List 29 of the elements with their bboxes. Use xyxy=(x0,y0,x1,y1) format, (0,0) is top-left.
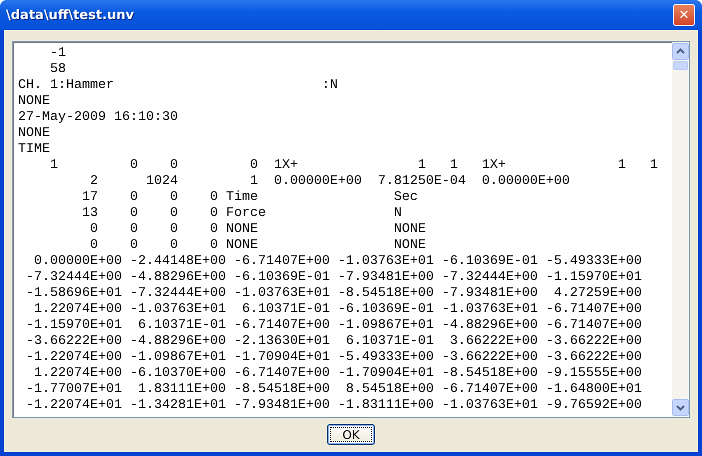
text-line: 2 1024 1 0.00000E+00 7.81250E-04 0.00000E+00 xyxy=(88,174,571,190)
text-line: -1.22074E+01 -1.34281E+01 -7.93481E+00 -1.83111E+00 -1.03763E+01 -9.76592E+00 xyxy=(24,398,643,414)
scroll-thumb[interactable] xyxy=(673,61,688,70)
window-title: \data\uff\test.unv xyxy=(6,8,134,22)
ok-button[interactable]: OK xyxy=(327,424,375,445)
text-line: 13 0 0 0 Force N xyxy=(80,206,403,222)
text-line: 0 0 0 0 NONE NONE xyxy=(88,238,427,254)
scrollbar[interactable] xyxy=(672,42,689,417)
text-line: -1.22074E+00 -1.09867E+01 -1.70904E+01 -5.49333E+00 -3.66222E+00 -3.66222E+00 xyxy=(24,350,643,366)
text-line: NONE xyxy=(18,126,51,142)
text-line: 0 0 0 0 NONE NONE xyxy=(88,222,427,238)
scroll-up-icon[interactable] xyxy=(672,43,689,60)
text-line: 0.00000E+00 -2.44148E+00 -6.71407E+00 -1.03763E+01 -6.10369E-01 -5.49333E+00 xyxy=(32,254,643,270)
text-line: 27-May-2009 16:10:30 xyxy=(18,110,179,126)
text-line: 58 xyxy=(48,62,67,78)
text-line: -3.66222E+00 -4.88296E+00 -2.13630E+01 6.10371E-01 3.66222E+00 -3.66222E+00 xyxy=(24,334,643,350)
text-line: 1.22074E+00 -1.03763E+01 6.10371E-01 -6.10369E-01 -1.03763E+01 -6.71407E+00 xyxy=(32,302,643,318)
scroll-down-icon[interactable] xyxy=(672,399,689,416)
text-line: -1.15970E+01 6.10371E-01 -6.71407E+00 -1.09867E+01 -4.88296E+00 -6.71407E+00 xyxy=(24,318,643,334)
text-line: NONE xyxy=(18,94,51,110)
text-line: -1.77007E+01 1.83111E+00 -8.54518E+00 8.54518E+00 -6.71407E+00 -1.64800E+01 xyxy=(24,382,643,398)
text-line: 1 0 0 0 1X+ 1 1 1X+ 1 1 xyxy=(48,158,659,174)
text-line: -7.32444E+00 -4.88296E+00 -6.10369E-01 -7.93481E+00 -7.32444E+00 -1.15970E+01 xyxy=(24,270,643,286)
text-line: -1 xyxy=(48,46,67,62)
text-line: TIME xyxy=(18,142,51,158)
text-line: CH. 1:Hammer :N xyxy=(18,78,339,94)
text-line: 17 0 0 0 Time Sec xyxy=(80,190,419,206)
text-line: 1.22074E+00 -6.10370E+00 -6.71407E+00 -1.70904E+01 -8.54518E+00 -9.15555E+00 xyxy=(32,366,643,382)
text-line: -1.58696E+01 -7.32444E+00 -1.03763E+01 -8.54518E+00 -7.93481E+00 4.27259E+00 xyxy=(24,286,643,302)
